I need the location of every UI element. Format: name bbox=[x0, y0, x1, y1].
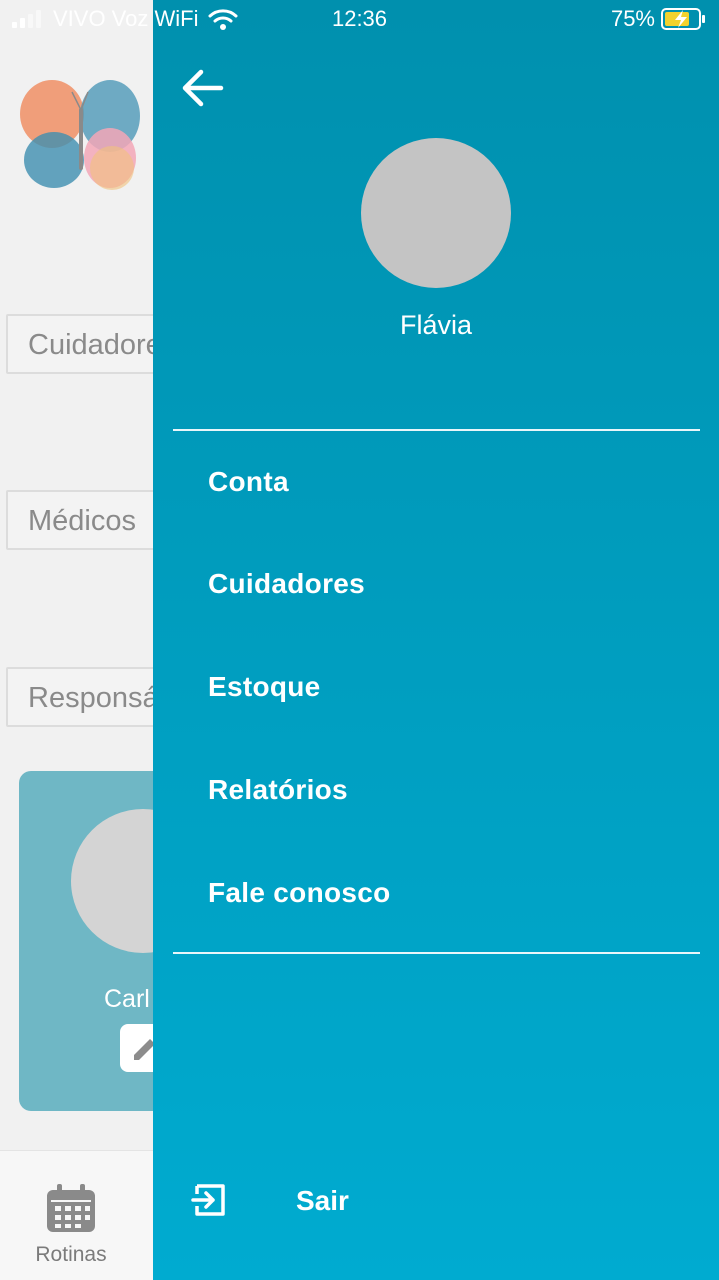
nav-rotinas-tab[interactable]: Rotinas bbox=[0, 1151, 142, 1280]
battery-percent: 75% bbox=[610, 6, 655, 31]
navigation-drawer: Flávia Conta Cuidadores Estoque Relatóri… bbox=[153, 0, 719, 1280]
logout-button[interactable]: Sair bbox=[191, 1178, 411, 1224]
logout-icon bbox=[191, 1184, 225, 1216]
menu-item-cuidadores[interactable]: Cuidadores bbox=[208, 568, 365, 600]
menu-item-fale-conosco[interactable]: Fale conosco bbox=[208, 877, 391, 909]
user-name: Flávia bbox=[399, 310, 473, 340]
nav-rotinas-label: Rotinas bbox=[35, 1243, 107, 1266]
menu-item-relatorios[interactable]: Relatórios bbox=[208, 774, 348, 806]
bottom-divider bbox=[173, 952, 700, 954]
calendar-icon bbox=[47, 1184, 95, 1232]
patient-name: Carl bbox=[104, 985, 150, 1013]
top-divider bbox=[173, 429, 700, 431]
butterfly-logo bbox=[18, 74, 144, 194]
logout-label: Sair bbox=[296, 1185, 349, 1216]
menu-item-estoque[interactable]: Estoque bbox=[208, 671, 321, 703]
user-avatar bbox=[361, 138, 511, 288]
arrow-left-icon bbox=[182, 69, 224, 107]
back-button[interactable] bbox=[177, 62, 229, 114]
menu-item-conta[interactable]: Conta bbox=[208, 466, 289, 498]
status-bar: VIVO Voz WiFi 12:36 75% bbox=[0, 0, 719, 40]
battery-charging-icon bbox=[661, 8, 705, 30]
doctors-placeholder: Médicos bbox=[28, 505, 136, 537]
